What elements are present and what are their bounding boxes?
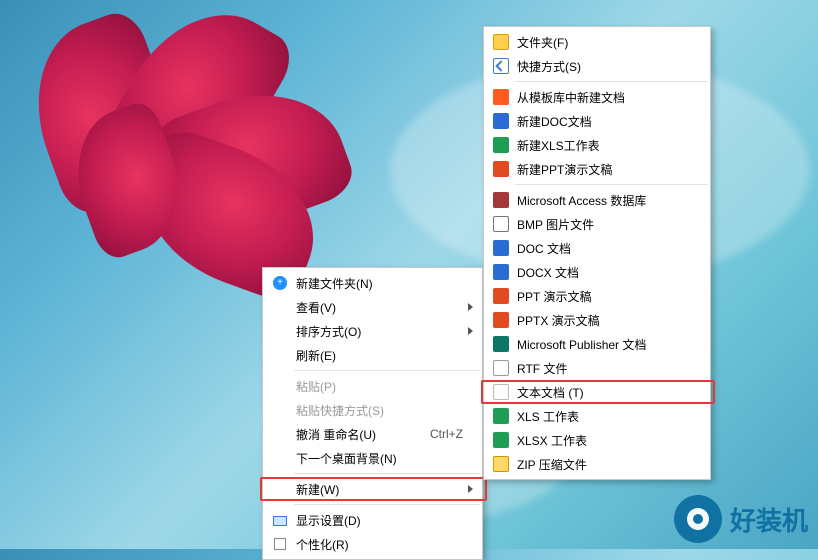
new-folder-icon: + <box>270 276 290 290</box>
menu-label: ZIP 压缩文件 <box>511 456 705 473</box>
menu-label: 粘贴(P) <box>290 378 477 395</box>
menu-label: 文件夹(F) <box>511 34 705 51</box>
submenu-item-docx[interactable]: DOCX 文档 <box>485 260 709 284</box>
menu-item-personalize[interactable]: 个性化(R) <box>264 532 481 556</box>
menu-label: 刷新(E) <box>290 347 477 364</box>
xlsx-icon <box>491 432 511 448</box>
menu-label: 新建PPT演示文稿 <box>511 161 705 178</box>
menu-label: PPT 演示文稿 <box>511 288 705 305</box>
menu-label: DOCX 文档 <box>511 264 705 281</box>
submenu-item-ppt[interactable]: 新建PPT演示文稿 <box>485 157 709 181</box>
menu-label: 新建(W) <box>290 481 477 498</box>
menu-separator <box>294 473 480 474</box>
menu-label: 查看(V) <box>290 299 477 316</box>
bmp-icon <box>491 216 511 232</box>
submenu-item-xls[interactable]: 新建XLS工作表 <box>485 133 709 157</box>
brand-text: 好装机 <box>730 501 808 538</box>
menu-label: 从模板库中新建文档 <box>511 89 705 106</box>
menu-label: PPTX 演示文稿 <box>511 312 705 329</box>
personalize-icon <box>270 538 290 550</box>
menu-item-view[interactable]: 查看(V) <box>264 295 481 319</box>
doc-icon <box>491 113 511 129</box>
menu-separator <box>294 504 480 505</box>
brand-logo-icon <box>674 495 722 543</box>
submenu-item-publisher[interactable]: Microsoft Publisher 文档 <box>485 332 709 356</box>
menu-label: 新建文件夹(N) <box>290 275 477 292</box>
menu-label: 下一个桌面背景(N) <box>290 450 477 467</box>
menu-label: XLS 工作表 <box>511 408 705 425</box>
context-menu: + 新建文件夹(N) 查看(V) 排序方式(O) 刷新(E) 粘贴(P) 粘贴快… <box>262 267 483 560</box>
submenu-arrow-icon <box>468 303 473 311</box>
submenu-item-zip[interactable]: ZIP 压缩文件 <box>485 452 709 476</box>
submenu-item-xls2[interactable]: XLS 工作表 <box>485 404 709 428</box>
menu-item-sort[interactable]: 排序方式(O) <box>264 319 481 343</box>
decorative-flower <box>20 0 300 270</box>
access-icon <box>491 192 511 208</box>
menu-label: 排序方式(O) <box>290 323 477 340</box>
new-submenu: 文件夹(F) 快捷方式(S) 从模板库中新建文档 新建DOC文档 新建XLS工作… <box>483 26 711 480</box>
menu-label: XLSX 工作表 <box>511 432 705 449</box>
menu-item-paste-shortcut: 粘贴快捷方式(S) <box>264 398 481 422</box>
menu-shortcut: Ctrl+Z <box>430 427 477 441</box>
menu-item-next-bg[interactable]: 下一个桌面背景(N) <box>264 446 481 470</box>
submenu-item-xlsx[interactable]: XLSX 工作表 <box>485 428 709 452</box>
menu-item-new[interactable]: 新建(W) <box>264 477 481 501</box>
menu-separator <box>515 81 708 82</box>
menu-separator <box>515 184 708 185</box>
menu-label: Microsoft Publisher 文档 <box>511 336 705 353</box>
submenu-item-access[interactable]: Microsoft Access 数据库 <box>485 188 709 212</box>
menu-item-undo[interactable]: 撤消 重命名(U) Ctrl+Z <box>264 422 481 446</box>
display-icon <box>270 514 290 526</box>
submenu-item-doc2[interactable]: DOC 文档 <box>485 236 709 260</box>
xls-icon <box>491 137 511 153</box>
menu-item-refresh[interactable]: 刷新(E) <box>264 343 481 367</box>
doc-icon <box>491 240 511 256</box>
zip-icon <box>491 456 511 472</box>
submenu-item-ppt2[interactable]: PPT 演示文稿 <box>485 284 709 308</box>
shortcut-icon <box>491 58 511 74</box>
menu-label: 新建XLS工作表 <box>511 137 705 154</box>
ppt-icon <box>491 161 511 177</box>
menu-item-paste: 粘贴(P) <box>264 374 481 398</box>
menu-item-display[interactable]: 显示设置(D) <box>264 508 481 532</box>
menu-label: 个性化(R) <box>290 536 477 553</box>
folder-icon <box>491 34 511 50</box>
publisher-icon <box>491 336 511 352</box>
docx-icon <box>491 264 511 280</box>
xls-icon <box>491 408 511 424</box>
submenu-arrow-icon <box>468 485 473 493</box>
menu-label: RTF 文件 <box>511 360 705 377</box>
submenu-item-folder[interactable]: 文件夹(F) <box>485 30 709 54</box>
ppt-icon <box>491 288 511 304</box>
submenu-item-shortcut[interactable]: 快捷方式(S) <box>485 54 709 78</box>
menu-label: 粘贴快捷方式(S) <box>290 402 477 419</box>
submenu-item-rtf[interactable]: RTF 文件 <box>485 356 709 380</box>
menu-label: 快捷方式(S) <box>511 58 705 75</box>
submenu-item-pptx[interactable]: PPTX 演示文稿 <box>485 308 709 332</box>
menu-label: DOC 文档 <box>511 240 705 257</box>
submenu-arrow-icon <box>468 327 473 335</box>
submenu-item-txt[interactable]: 文本文档 (T) <box>485 380 709 404</box>
menu-label: 撤消 重命名(U) <box>290 426 430 443</box>
submenu-item-bmp[interactable]: BMP 图片文件 <box>485 212 709 236</box>
submenu-item-doc[interactable]: 新建DOC文档 <box>485 109 709 133</box>
rtf-icon <box>491 360 511 376</box>
brand-watermark: 好装机 <box>674 495 808 543</box>
txt-icon <box>491 384 511 400</box>
menu-label: 文本文档 (T) <box>511 384 705 401</box>
menu-item-new-folder[interactable]: + 新建文件夹(N) <box>264 271 481 295</box>
menu-label: Microsoft Access 数据库 <box>511 192 705 209</box>
menu-label: 新建DOC文档 <box>511 113 705 130</box>
pptx-icon <box>491 312 511 328</box>
menu-label: BMP 图片文件 <box>511 216 705 233</box>
menu-label: 显示设置(D) <box>290 512 477 529</box>
wps-icon <box>491 89 511 105</box>
menu-separator <box>294 370 480 371</box>
submenu-item-wps-template[interactable]: 从模板库中新建文档 <box>485 85 709 109</box>
